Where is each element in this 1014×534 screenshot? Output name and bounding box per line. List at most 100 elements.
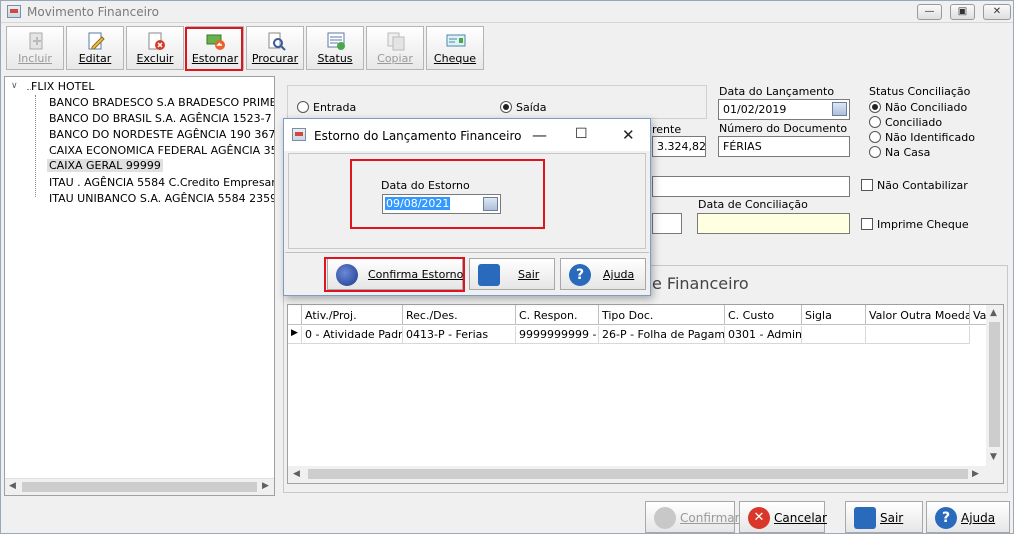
dialog-sair-button[interactable]: Sair <box>469 258 555 290</box>
section-title-partial: e Financeiro <box>652 274 749 293</box>
grid-cell-sigla[interactable] <box>802 326 866 344</box>
scroll-up-icon[interactable]: ▲ <box>990 308 997 318</box>
cheque-button[interactable]: Cheque <box>426 26 484 70</box>
sair-button[interactable]: Sair <box>845 501 923 533</box>
grid-cell-c-custo[interactable]: 0301 - Adminis <box>725 326 802 344</box>
search-icon <box>268 32 286 51</box>
tree-horizontal-scrollbar[interactable]: ◀ ▶ <box>5 478 274 495</box>
exit-icon <box>854 507 876 529</box>
editar-button[interactable]: Editar <box>66 26 124 70</box>
historico-input[interactable] <box>652 176 850 197</box>
nao-conciliado-radio[interactable] <box>869 101 881 113</box>
grid-header-c-custo[interactable]: C. Custo <box>725 305 802 325</box>
scroll-left-icon[interactable]: ◀ <box>9 481 16 491</box>
chevron-down-icon[interactable]: ∨ <box>11 81 18 91</box>
dialog-app-icon <box>292 128 306 141</box>
incluir-button[interactable]: Incluir <box>6 26 64 70</box>
grid-header-valor-outra-moeda[interactable]: Valor Outra Moeda <box>866 305 970 325</box>
tree-item-itau[interactable]: ITAU . AGÊNCIA 5584 C.Credito Empresaria… <box>49 176 274 189</box>
data-lancamento-value: 01/02/2019 <box>723 103 787 116</box>
grid-header-corner <box>288 305 302 325</box>
estornar-highlight <box>185 27 243 71</box>
status-icon <box>327 32 345 50</box>
tree-item-caixa-geral[interactable]: CAIXA GERAL 99999 <box>47 159 163 172</box>
conciliado-radio[interactable] <box>869 116 881 128</box>
status-conciliacao-label: Status Conciliação <box>869 85 971 98</box>
na-casa-label: Na Casa <box>885 146 931 159</box>
window-title: Movimento Financeiro <box>27 5 159 19</box>
grid-header-tipo-doc[interactable]: Tipo Doc. <box>599 305 725 325</box>
ajuda-button[interactable]: ? Ajuda <box>926 501 1010 533</box>
delete-icon <box>148 32 165 50</box>
nao-identificado-radio[interactable] <box>869 131 881 143</box>
tree-item-banco-brasil[interactable]: BANCO DO BRASIL S.A. AGÊNCIA 1523-7 501 <box>49 112 274 125</box>
grid-cell-rec-des[interactable]: 0413-P - Ferias <box>403 326 516 344</box>
excluir-button[interactable]: Excluir <box>126 26 184 70</box>
data-conciliacao-label: Data de Conciliação <box>698 198 808 211</box>
grid-hscroll-thumb[interactable] <box>308 469 968 479</box>
grid-header-rec-des[interactable]: Rec./Des. <box>403 305 516 325</box>
entrada-radio[interactable] <box>297 101 309 113</box>
grid-header-c-respon[interactable]: C. Respon. <box>516 305 599 325</box>
grid-vertical-scrollbar[interactable]: ▲ ▼ <box>986 305 1003 467</box>
maximize-button[interactable]: ▣ <box>950 4 975 20</box>
help-icon: ? <box>935 507 957 529</box>
grid-header-sigla[interactable]: Sigla <box>802 305 866 325</box>
copiar-button[interactable]: Copiar <box>366 26 424 70</box>
confirma-estorno-highlight <box>324 257 465 292</box>
confirmar-button[interactable]: Confirmar <box>645 501 740 533</box>
dialog-title-bar: Estorno do Lançamento Financeiro — ☐ ✕ <box>284 119 650 151</box>
status-button[interactable]: Status <box>306 26 364 70</box>
data-lancamento-label: Data do Lançamento <box>719 85 835 98</box>
dialog-close-icon[interactable]: ✕ <box>622 126 635 144</box>
numero-documento-input[interactable]: FÉRIAS <box>718 136 850 157</box>
conciliacao-partial-input[interactable] <box>652 213 682 234</box>
grid-cell-ativ-proj[interactable]: 0 - Atividade Padrão <box>302 326 403 344</box>
saida-radio[interactable] <box>500 101 512 113</box>
data-lancamento-input[interactable]: 01/02/2019 <box>718 99 850 120</box>
scroll-down-icon[interactable]: ▼ <box>990 452 997 462</box>
dialog-help-icon: ? <box>569 264 591 286</box>
grid-vscroll-thumb[interactable] <box>989 322 1000 447</box>
close-button[interactable]: ✕ <box>983 4 1011 20</box>
conciliado-label: Conciliado <box>885 116 943 129</box>
tree-item-caixa-economica[interactable]: CAIXA ECONOMICA FEDERAL AGÊNCIA 3593 <box>49 144 274 157</box>
nao-contabilizar-label: Não Contabilizar <box>877 179 968 192</box>
scroll-thumb[interactable] <box>22 482 257 492</box>
nao-contabilizar-checkbox[interactable] <box>861 179 873 191</box>
nao-conciliado-label: Não Conciliado <box>885 101 968 114</box>
new-document-icon <box>29 32 43 50</box>
check-icon <box>654 507 676 529</box>
lancamentos-grid: Ativ./Proj. Rec./Des. C. Respon. Tipo Do… <box>287 304 1004 484</box>
saldo-partial-input[interactable]: 3.324,82 <box>652 136 706 157</box>
calendar-icon[interactable] <box>832 102 847 116</box>
grid-scroll-right-icon[interactable]: ▶ <box>972 469 979 479</box>
procurar-button[interactable]: Procurar <box>246 26 304 70</box>
cancelar-button[interactable]: ✕ Cancelar <box>739 501 827 533</box>
title-bar: Movimento Financeiro — ▣ ✕ <box>1 1 1013 23</box>
grid-scroll-left-icon[interactable]: ◀ <box>293 469 300 479</box>
na-casa-radio[interactable] <box>869 146 881 158</box>
data-conciliacao-input[interactable] <box>697 213 850 234</box>
dialog-minimize-icon[interactable]: — <box>532 126 547 144</box>
imprime-cheque-checkbox[interactable] <box>861 218 873 230</box>
grid-cell-valor-outra-moeda[interactable] <box>866 326 970 344</box>
nao-identificado-label: Não Identificado <box>885 131 975 144</box>
cancel-icon: ✕ <box>748 507 770 529</box>
grid-cell-tipo-doc[interactable]: 26-P - Folha de Pagamen <box>599 326 725 344</box>
scroll-right-icon[interactable]: ▶ <box>262 481 269 491</box>
edit-icon <box>88 32 105 50</box>
minimize-button[interactable]: — <box>917 4 942 20</box>
dialog-maximize-icon[interactable]: ☐ <box>575 126 588 142</box>
tree-item-bradesco[interactable]: BANCO BRADESCO S.A BRADESCO PRIME 06 <box>49 96 274 109</box>
copy-icon <box>387 32 405 51</box>
grid-header-ativ-proj[interactable]: Ativ./Proj. <box>302 305 403 325</box>
tree-item-nordeste[interactable]: BANCO DO NORDESTE AGÊNCIA 190 36794- <box>49 128 274 141</box>
grid-cell-c-respon[interactable]: 9999999999 - C. <box>516 326 599 344</box>
cheque-icon <box>446 34 466 47</box>
grid-horizontal-scrollbar[interactable]: ◀ ▶ <box>288 466 1003 483</box>
tree-root[interactable]: FLIX HOTEL <box>31 80 94 93</box>
saida-label: Saída <box>516 101 547 114</box>
tree-item-itau-unibanco[interactable]: ITAU UNIBANCO S.A. AGÊNCIA 5584 23595-5 <box>49 192 274 205</box>
dialog-ajuda-button[interactable]: ? Ajuda <box>560 258 646 290</box>
